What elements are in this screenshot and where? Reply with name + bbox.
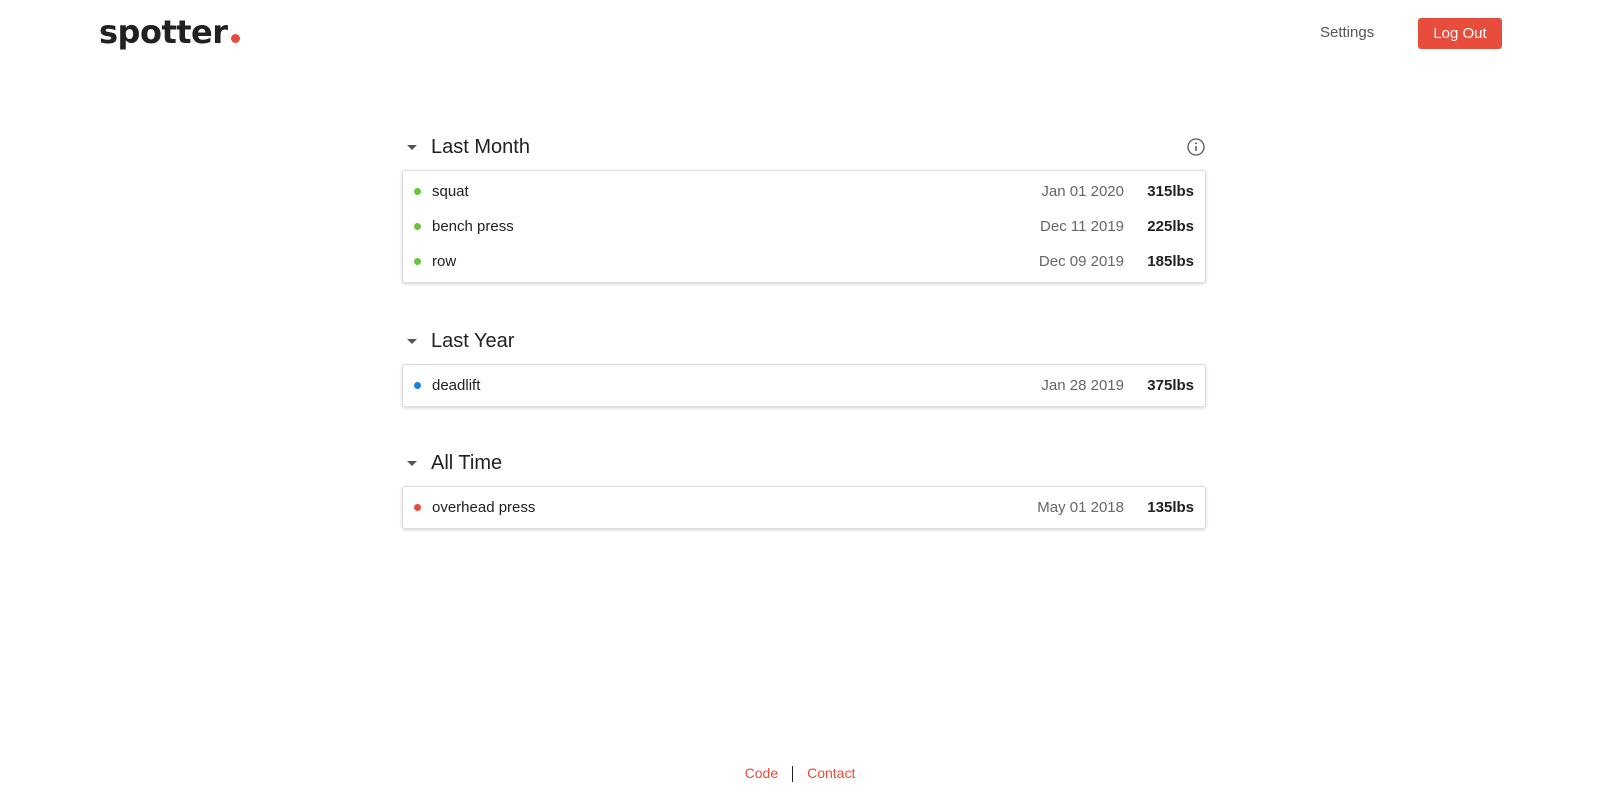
lift-date: Dec 09 2019 [1038,253,1124,270]
lift-weight: 185lbs [1147,253,1194,270]
list-item[interactable]: row Dec 09 2019 185lbs [403,244,1205,279]
lift-name: row [432,253,457,270]
lift-records: Last Month squat Jan 01 2020 315lbs benc… [402,126,1206,529]
lift-date: Jan 01 2020 [1041,183,1124,200]
list-item[interactable]: squat Jan 01 2020 315lbs [403,174,1205,209]
lift-name: deadlift [432,377,481,394]
status-dot [414,382,421,389]
lift-name: squat [432,183,469,200]
lift-weight: 375lbs [1147,377,1194,394]
page: spotter Settings Log Out Last Month squa… [0,0,1600,798]
list-item[interactable]: overhead press May 01 2018 135lbs [403,490,1205,525]
logout-button[interactable]: Log Out [1418,18,1502,49]
footer: Code Contact [0,764,1600,783]
records-card: squat Jan 01 2020 315lbs bench press Dec… [402,170,1206,283]
lift-name: bench press [432,218,514,235]
code-link[interactable]: Code [745,765,778,781]
section-last-month: Last Month squat Jan 01 2020 315lbs benc… [402,126,1206,283]
lift-name: overhead press [432,499,536,516]
logo[interactable]: spotter [99,12,240,52]
section-header[interactable]: Last Year [402,320,1206,362]
section-title: Last Year [431,330,515,352]
section-all-time: All Time overhead press May 01 2018 135l… [402,442,1206,529]
caret-down-icon[interactable] [407,338,417,344]
header: spotter Settings Log Out [0,0,1600,66]
lift-date: Jan 28 2019 [1041,377,1124,394]
logo-dot [230,34,240,43]
lift-date: Dec 11 2019 [1040,218,1124,235]
records-card: overhead press May 01 2018 135lbs [402,486,1206,529]
section-header[interactable]: All Time [402,442,1206,484]
status-dot [414,188,421,195]
footer-divider [792,766,794,783]
section-title: All Time [431,452,503,474]
list-item[interactable]: deadlift Jan 28 2019 375lbs [403,368,1205,403]
status-dot [414,223,421,230]
list-item[interactable]: bench press Dec 11 2019 225lbs [403,209,1205,244]
caret-down-icon[interactable] [407,144,417,150]
info-icon[interactable] [1186,137,1206,157]
section-last-year: Last Year deadlift Jan 28 2019 375lbs [402,320,1206,407]
section-header[interactable]: Last Month [402,126,1206,168]
contact-link[interactable]: Contact [807,765,855,781]
status-dot [414,258,421,265]
section-title: Last Month [431,136,530,158]
records-card: deadlift Jan 28 2019 375lbs [402,364,1206,407]
settings-link[interactable]: Settings [1320,23,1374,43]
lift-weight: 225lbs [1147,218,1194,235]
lift-weight: 135lbs [1147,499,1194,516]
status-dot [414,504,421,511]
lift-weight: 315lbs [1147,183,1194,200]
logo-text: spotter [99,13,228,51]
lift-date: May 01 2018 [1037,499,1124,516]
caret-down-icon[interactable] [407,460,417,466]
